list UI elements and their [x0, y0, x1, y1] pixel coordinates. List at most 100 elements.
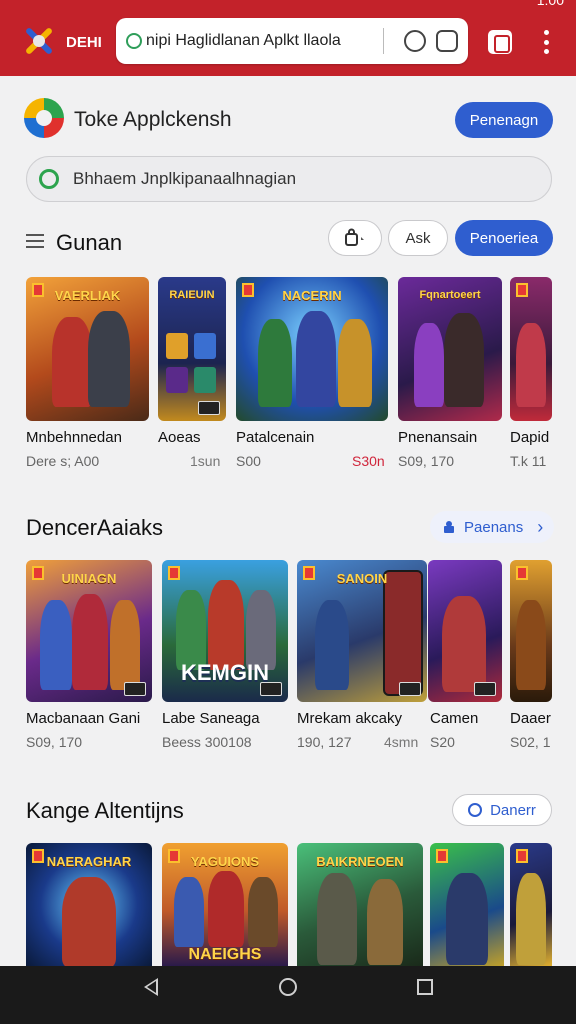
card-title: Macbanaan Gani [26, 710, 141, 727]
section2-link[interactable]: Paenans › [430, 511, 554, 543]
card-title: Daaer [510, 710, 551, 727]
card-corner-mark [168, 566, 180, 580]
card-title: Camen [430, 710, 479, 727]
lock-icon [444, 521, 454, 533]
card-banner: VAERLIAK [54, 287, 121, 303]
card-corner-mark [32, 849, 44, 863]
recent-icon[interactable] [417, 979, 433, 995]
card-title: Mrekam akcaky [297, 710, 403, 727]
card-price: S30n [352, 453, 385, 469]
card-title: Patalcenain [236, 429, 315, 446]
game-card[interactable]: SANOIN [297, 560, 427, 702]
card-title: Pnenansain [398, 429, 478, 446]
game-card[interactable] [510, 277, 552, 421]
game-card[interactable]: YAGUIONS NAEIGHS [162, 843, 288, 966]
url-divider [383, 28, 384, 54]
card-banner: YAGUIONS [190, 853, 260, 869]
url-text[interactable]: nipi Haglidlanan Aplkt llaola [146, 32, 373, 50]
game-card[interactable]: KEMGIN [162, 560, 288, 702]
card-big-title: NAEIGHS [188, 946, 262, 963]
section2-title: DencerAaiaks [26, 515, 163, 540]
card-meta: S20 [430, 734, 455, 750]
bag-button[interactable] [328, 220, 382, 256]
card-meta: S00 [236, 453, 261, 469]
app-label: DEHI [66, 34, 102, 51]
game-card[interactable]: Fqnartoeert [398, 277, 502, 421]
card-banner: Fqnartoeert [419, 289, 481, 301]
game-card[interactable]: RAIEUIN [158, 277, 226, 421]
card-title: Dapid [510, 429, 550, 446]
game-card[interactable]: NAERAGHAR [26, 843, 152, 966]
circle-e-icon [468, 803, 483, 817]
ask-button[interactable]: Ask [388, 220, 448, 256]
store-top-button[interactable]: Penenagn [455, 102, 553, 138]
search-placeholder: Bhhaem Jnplkipanaalhnagian [73, 169, 297, 188]
card-banner: BAIKRNEOEN [316, 853, 404, 869]
chevron-right-icon: › [537, 516, 544, 537]
kebab-icon[interactable] [538, 28, 554, 56]
card-corner-mark [303, 566, 315, 580]
globe-icon [126, 33, 142, 49]
card-corner-mark [436, 849, 448, 863]
section1-primary-button[interactable]: Penoeriea [455, 220, 553, 256]
card-meta: T.k 11 [510, 453, 547, 469]
card-meta: Beess 300108 [162, 734, 252, 750]
card-meta: S09, 170 [26, 734, 83, 750]
game-card[interactable]: VAERLIAK [26, 277, 149, 421]
game-card[interactable] [428, 560, 502, 702]
card-title: Aoeas [158, 429, 201, 446]
card-badge [124, 682, 146, 696]
url-bar[interactable]: nipi Haglidlanan Aplkt llaola [116, 18, 468, 64]
card-badge [198, 401, 220, 415]
search-bar[interactable]: Bhhaem Jnplkipanaalhnagian [26, 156, 552, 202]
card-badge [260, 682, 282, 696]
card-meta: S09, 170 [398, 453, 455, 469]
card-meta: Dere s; A00 [26, 453, 100, 469]
back-icon[interactable] [144, 978, 158, 996]
card-corner-mark [168, 849, 180, 863]
menu-icon[interactable] [26, 234, 44, 248]
card-banner: RAIEUIN [169, 289, 215, 301]
section3-button-label: Danerr [490, 801, 536, 819]
card-title: Mnbehnnedan [26, 429, 122, 446]
tools-icon[interactable] [20, 22, 58, 60]
card-badge [399, 682, 421, 696]
status-time: 1:00 [536, 0, 564, 8]
card-banner: NACERIN [282, 287, 342, 303]
browser-toolbar: 1:00 DEHI nipi Haglidlanan Aplkt llaola [0, 0, 576, 76]
home-icon[interactable] [279, 978, 297, 996]
card-corner-mark [32, 283, 44, 297]
card-price: 1sun [190, 453, 221, 469]
card-corner-mark [516, 849, 528, 863]
game-card[interactable]: BAIKRNEOEN [297, 843, 423, 966]
card-banner: NAERAGHAR [46, 853, 132, 869]
clock-icon[interactable] [404, 30, 426, 52]
game-card[interactable]: UINIAGN [26, 560, 152, 702]
card-title: Labe Saneaga [162, 710, 260, 727]
tab-switcher-icon[interactable] [488, 30, 512, 54]
store-title: Toke Applckensh [74, 108, 232, 131]
card-meta: 190, 127 [297, 734, 352, 750]
card-corner-mark [32, 566, 44, 580]
card-price: 4smn [384, 734, 419, 750]
game-card[interactable] [510, 560, 552, 702]
section3-title: Kange Altentijns [26, 798, 184, 823]
status-bar: 1:00 [537, 0, 564, 8]
card-badge [474, 682, 496, 696]
store-logo [24, 98, 64, 138]
card-corner-mark [516, 566, 528, 580]
game-card[interactable]: NACERIN [236, 277, 388, 421]
section3-button[interactable]: Danerr [452, 794, 552, 826]
card-banner: SANOIN [336, 570, 388, 586]
section2-link-label: Paenans [464, 518, 524, 536]
game-card[interactable] [430, 843, 504, 966]
card-corner-mark [516, 283, 528, 297]
card-meta: S02, 1 [510, 734, 551, 750]
bag-icon [345, 228, 364, 246]
card-banner: UINIAGN [61, 570, 117, 586]
card-corner-mark [242, 283, 254, 297]
game-card[interactable] [510, 843, 552, 966]
search-icon [39, 169, 59, 189]
section1-title: Gunan [56, 230, 123, 255]
account-icon[interactable] [436, 30, 458, 52]
